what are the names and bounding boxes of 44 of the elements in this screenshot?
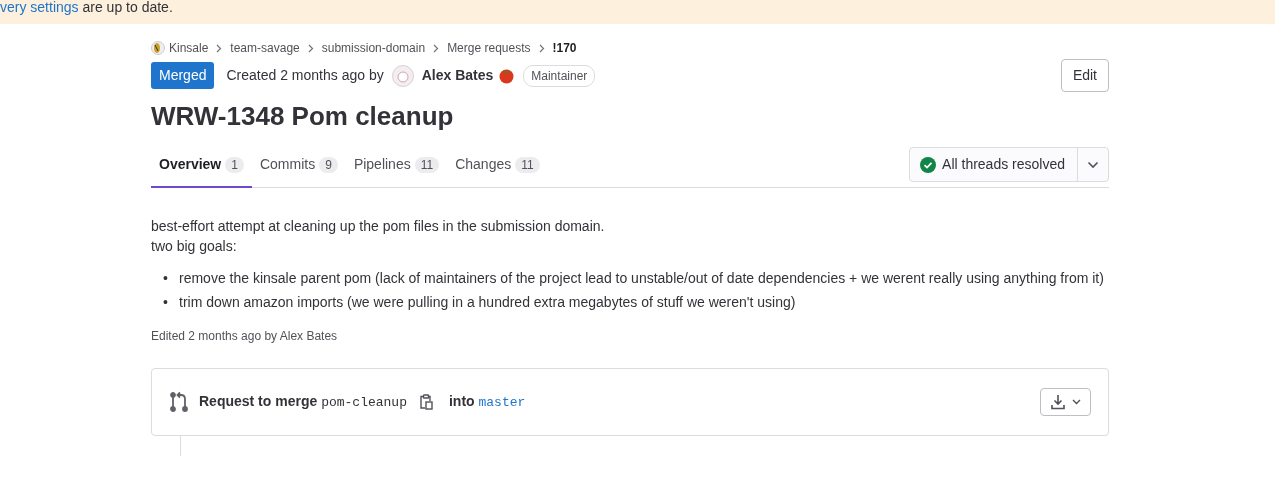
avatar-icon — [391, 64, 414, 87]
download-button[interactable] — [1040, 388, 1091, 417]
settings-link[interactable]: very settings — [0, 0, 79, 15]
count-badge: 9 — [319, 157, 338, 174]
chevron-right-icon — [307, 43, 314, 53]
group-avatar-icon — [151, 41, 165, 55]
chevron-down-icon — [1087, 161, 1099, 170]
tab[interactable]: Pipelines 11 — [345, 142, 448, 189]
count-badge: 1 — [225, 157, 244, 174]
tomato-icon — [498, 67, 516, 84]
status-badge: Merged — [151, 62, 215, 89]
chevron-right-icon — [538, 43, 545, 53]
banner-text: very settings are up to date. — [0, 0, 173, 15]
edit-button[interactable]: Edit — [1060, 59, 1109, 92]
chevron-down-icon — [1072, 399, 1081, 406]
breadcrumb-link[interactable]: team-savage — [230, 39, 300, 57]
role-badge: Maintainer — [523, 64, 596, 87]
description-text: best-effort attempt at cleaning up the pom files in the submission domain. — [151, 217, 606, 237]
goal-item: trim down amazon imports (we were pulling in a hundred extra megabytes of stuff we weren't using) — [179, 293, 796, 313]
threads-status-button[interactable]: All threads resolved — [909, 147, 1109, 183]
bullet-marker: • — [163, 269, 169, 289]
author-name[interactable]: Alex Bates — [421, 65, 494, 86]
merge-target-text: into master — [448, 392, 526, 413]
breadcrumb-link[interactable]: Kinsale — [169, 39, 209, 57]
merge-request-title: WRW-1348 Pom cleanup — [151, 101, 455, 133]
count-badge: 11 — [414, 157, 440, 174]
breadcrumb-link[interactable]: submission-domain — [321, 39, 426, 57]
description-text: two big goals: — [151, 237, 238, 257]
download-icon — [1050, 394, 1066, 411]
tab[interactable]: Overview 1 — [151, 142, 252, 189]
goal-item: remove the kinsale parent pom (lack of maintainers of the project lead to unstable/out of date dependencies + we werent really using anything from it) — [179, 269, 1104, 289]
edited-note: Edited 2 months ago by Alex Bates — [151, 328, 339, 346]
chevron-right-icon — [433, 43, 440, 53]
breadcrumb-link[interactable]: Merge requests — [447, 39, 531, 57]
chevron-right-icon — [216, 43, 223, 53]
bullet-marker: • — [163, 293, 169, 313]
breadcrumb-link[interactable]: !170 — [552, 39, 577, 57]
tab[interactable]: Commits 9 — [251, 142, 346, 189]
merge-request-text: Request to merge pom-cleanup — [199, 392, 407, 413]
tab[interactable]: Changes 11 — [447, 142, 548, 189]
count-badge: 11 — [515, 157, 540, 174]
created-text: Created 2 months ago by — [226, 66, 384, 85]
merge-request-icon — [169, 391, 189, 414]
copy-icon[interactable] — [418, 394, 433, 411]
